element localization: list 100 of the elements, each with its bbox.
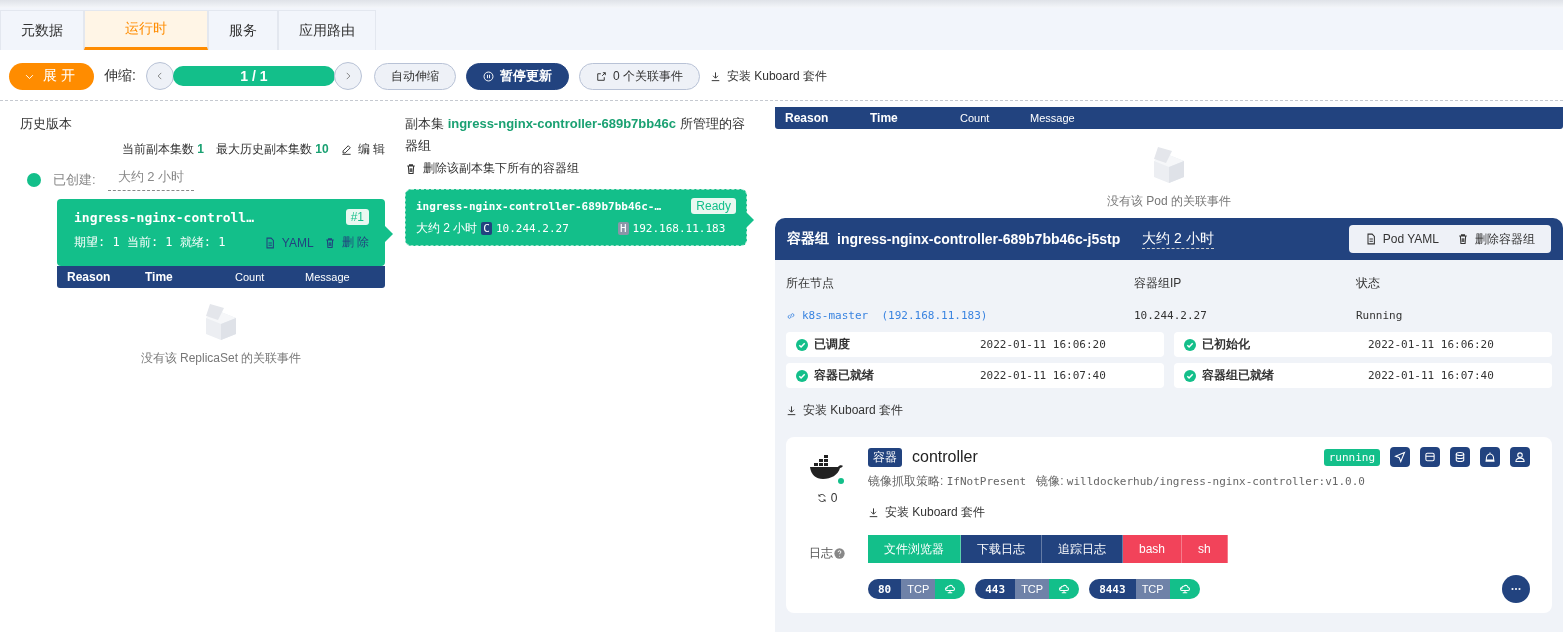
condition-time: 2022-01-11 16:07:40	[1368, 369, 1494, 382]
tool-button[interactable]	[1390, 447, 1410, 467]
download-icon	[868, 507, 879, 518]
document-icon	[1364, 233, 1377, 245]
current-count: 当前副本集数 1	[121, 141, 204, 158]
condition-time: 2022-01-11 16:07:40	[980, 369, 1106, 382]
tool-button[interactable]	[1450, 447, 1470, 467]
network-icon	[1178, 583, 1191, 595]
delete-pod-button[interactable]: 删除容器组	[1457, 230, 1535, 248]
node-link[interactable]: k8s-master (192.168.11.183)	[786, 309, 1134, 322]
field-label: 容器组IP	[1134, 275, 1183, 292]
database-icon	[1454, 451, 1466, 463]
bell-icon	[1484, 451, 1496, 463]
column-header: Message	[305, 271, 351, 283]
edit-link[interactable]: 编 辑	[340, 141, 385, 158]
pause-icon	[482, 70, 494, 82]
trash-icon	[1457, 233, 1469, 245]
section-title: 历史版本	[20, 115, 73, 133]
log-action-button[interactable]: 追踪日志	[1042, 535, 1123, 563]
install-link[interactable]: 安装 Kuboard 套件	[786, 402, 904, 419]
delete-link[interactable]: 删 除	[323, 234, 369, 251]
events-button[interactable]: 0 个关联事件	[578, 62, 700, 90]
send-icon	[1394, 451, 1406, 463]
host-ip: 192.168.11.183	[632, 222, 726, 235]
port-tag[interactable]: 8443 TCP	[1089, 579, 1200, 599]
pod-title: ingress-nginx-controller-689b7bb46c-j5stp	[837, 231, 1121, 247]
pod-yaml-button[interactable]: Pod YAML	[1364, 232, 1439, 246]
restart-count: 0	[816, 491, 838, 505]
revision-badge: #1	[345, 209, 369, 225]
created-label: 已创建:	[53, 170, 96, 189]
log-action-button[interactable]: 下载日志	[961, 535, 1042, 563]
pod-age: 大约 2 小时	[416, 220, 478, 237]
window-icon	[1424, 451, 1436, 463]
empty-message: 没有该 Pod 的关联事件	[1107, 193, 1231, 210]
column-header: Count	[235, 271, 266, 283]
document-icon	[263, 236, 276, 249]
pod-status: Running	[1356, 309, 1404, 322]
container-tag: 容器	[868, 447, 902, 467]
trash-icon	[405, 162, 417, 175]
scale-label: 伸缩:	[104, 67, 136, 85]
network-icon	[1058, 583, 1071, 595]
refresh-icon	[816, 493, 827, 503]
column-header: Time	[870, 111, 899, 125]
pause-button[interactable]: 暂停更新	[465, 62, 569, 90]
user-icon	[1514, 451, 1526, 463]
external-icon	[595, 70, 607, 82]
replicaset-title: 副本集 ingress-nginx-controller-689b7bb46c 所管理的容器组	[405, 115, 745, 155]
port-tag[interactable]: 80 TCP	[868, 579, 966, 599]
install-link[interactable]: 安装 Kuboard 套件	[709, 67, 827, 85]
replica-stats: 期望: 1 当前: 1 就绪: 1	[74, 234, 226, 251]
tool-button[interactable]	[1510, 447, 1530, 467]
tab[interactable]: 应用路由	[278, 10, 376, 50]
condition-time: 2022-01-11 16:06:20	[1368, 338, 1494, 351]
trash-icon	[323, 236, 336, 249]
condition-time: 2022-01-11 16:06:20	[980, 338, 1106, 351]
empty-message: 没有该 ReplicaSet 的关联事件	[140, 350, 302, 367]
pull-policy: 镜像抓取策略: IfNotPresent	[868, 473, 1027, 490]
help-icon	[834, 548, 845, 559]
tab[interactable]: 服务	[208, 10, 278, 50]
install-link[interactable]: 安装 Kuboard 套件	[868, 504, 1530, 521]
log-action-button[interactable]: sh	[1182, 535, 1228, 563]
condition-label: 已调度	[814, 336, 851, 353]
column-header: Time	[145, 270, 174, 284]
download-icon	[786, 405, 797, 416]
container-ip-tag: C	[481, 222, 492, 235]
tab[interactable]: 元数据	[0, 10, 84, 50]
replicaset-name: ingress-nginx-controll…	[74, 209, 254, 225]
delete-all-link[interactable]: 删除该副本集下所有的容器组	[405, 160, 579, 177]
log-action-button[interactable]: bash	[1123, 535, 1183, 563]
yaml-link[interactable]: YAML	[263, 234, 314, 251]
host-ip-tag: H	[617, 222, 629, 235]
column-header: Count	[960, 112, 991, 124]
status-badge: Ready	[691, 198, 736, 214]
more-button[interactable]	[1502, 575, 1530, 603]
tool-button[interactable]	[1480, 447, 1500, 467]
timeline-dot	[27, 172, 41, 187]
pod-ip: 10.244.2.27	[1134, 309, 1208, 322]
link-icon	[786, 310, 796, 321]
download-icon	[709, 70, 721, 82]
pod-label: 容器组	[787, 230, 829, 248]
whale-icon	[808, 455, 846, 485]
column-header: Reason	[784, 111, 830, 125]
container-ip: 10.244.2.27	[495, 222, 570, 235]
max-count: 最大历史副本集数 10	[215, 141, 329, 158]
tool-button[interactable]	[1420, 447, 1440, 467]
field-label: 所在节点	[786, 275, 835, 292]
log-label: 日志	[809, 545, 845, 562]
container-name: controller	[912, 448, 978, 466]
pen-icon	[340, 144, 352, 155]
pod-name: ingress-nginx-controller-689b7bb46c-…	[416, 199, 662, 213]
condition-label: 容器组已就绪	[1202, 367, 1275, 384]
pod-age: 大约 2 小时	[1142, 229, 1214, 249]
column-header: Message	[1030, 112, 1076, 124]
condition-label: 容器已就绪	[814, 367, 875, 384]
condition-label: 已初始化	[1202, 336, 1251, 353]
network-icon	[944, 583, 957, 595]
container-state: running	[1323, 448, 1380, 466]
auto-scale-button[interactable]: 自动伸缩	[373, 62, 456, 90]
port-tag[interactable]: 443 TCP	[975, 579, 1080, 599]
replica-pager: 1 / 1	[172, 66, 335, 86]
